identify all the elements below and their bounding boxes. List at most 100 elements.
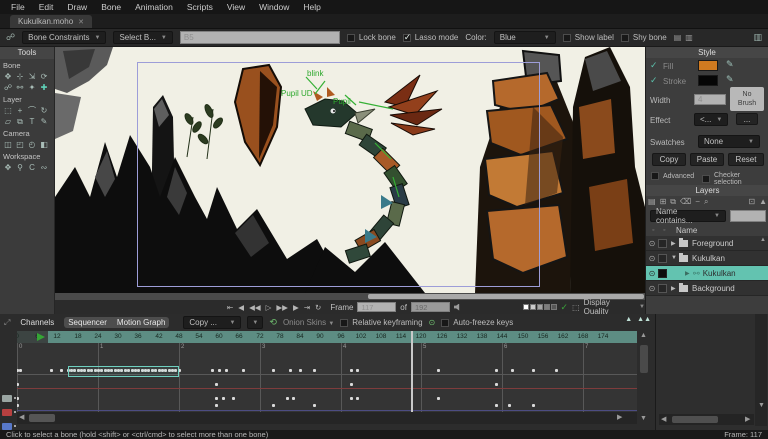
paste-style-button[interactable]: Paste [690,153,724,166]
reset-style-button[interactable]: Reset [728,153,764,166]
scroll-up-icon[interactable]: ▲ [640,330,647,342]
scrollbar-thumb[interactable] [672,416,718,423]
keyframe[interactable] [17,397,19,400]
transform-layer-tool[interactable]: ⬚ [2,105,14,116]
track-camera-tool[interactable]: ◫ [2,139,14,150]
bone-constraints-dropdown[interactable]: Bone Constraints▼ [22,31,106,44]
quality-level-1-icon[interactable] [530,304,536,310]
keyframe[interactable] [225,369,228,372]
scrollbar-thumb[interactable] [640,345,648,373]
keyframe[interactable] [215,404,218,407]
canvas-horizontal-scrollbar[interactable] [55,293,645,300]
menu-file[interactable]: File [4,0,32,14]
vertical-scrollbar[interactable]: ▼ [755,314,767,426]
step-forward-icon[interactable]: ▶▶ [276,303,288,312]
translate-bone-tool[interactable]: ⊹ [14,71,26,82]
swatches-dropdown[interactable]: None▼ [698,135,760,148]
expand-icon[interactable]: ▼ [671,255,679,261]
keyframe[interactable] [437,397,440,400]
keyframing-mode-icon[interactable]: ⊙ [429,318,436,327]
scroll-down-icon[interactable]: ▼ [640,413,647,425]
eye-icon[interactable]: ⊙ [646,239,658,248]
menu-animation[interactable]: Animation [128,0,180,14]
tab-channels[interactable]: Channels [16,317,58,328]
pan-tilt-camera-tool[interactable]: ◧ [38,139,50,150]
keyframe[interactable] [17,404,19,407]
keyframe[interactable] [242,369,245,372]
keyframe[interactable] [532,369,535,372]
layer-swatch[interactable] [658,269,667,278]
layer-row-kukulkan-1[interactable]: ⊙▼Kukulkan [646,251,768,266]
pan-workspace-tool[interactable]: ✥ [2,162,14,173]
add-point-tool[interactable]: + [14,105,26,116]
timeline-track-area[interactable]: 01234567 [17,343,637,412]
keyframe[interactable] [495,404,498,407]
keyframe[interactable] [356,369,359,372]
keyframe[interactable] [508,404,511,407]
onion-skins-dropdown[interactable]: Onion Skins ▼ [283,318,334,327]
layer-row-foreground-0[interactable]: ⊙▶Foreground [646,236,768,251]
layer-row-background-3[interactable]: ⊙▶Background [646,281,768,296]
keyframe[interactable] [350,397,353,400]
show-label-checkbox[interactable]: Show label [563,33,614,42]
audio-icon[interactable] [454,304,461,311]
scrollbar-thumb[interactable] [29,414,55,422]
expand-timeline-icon[interactable]: ⤢ [4,318,10,328]
keyframe[interactable] [350,383,353,386]
jump-start-icon[interactable]: ⇤ [227,303,233,312]
no-brush-button[interactable]: No Brush [730,87,764,111]
frame-input[interactable]: 117 [357,302,396,312]
next-keyframe-icon[interactable]: ▶ [293,303,299,312]
text-tool[interactable]: T [26,116,38,127]
rotate-layer-tool[interactable]: ↻ [38,105,50,116]
expand-icon[interactable]: ▶ [685,270,693,277]
jump-end-icon[interactable]: ⇥ [304,303,310,312]
layers-scroll-up-icon[interactable]: ▲ [760,237,766,243]
layer-swatch[interactable] [658,284,667,293]
eye-icon[interactable]: ⊙ [646,254,658,263]
loop-icon[interactable]: ↻ [315,303,321,312]
keyframe[interactable] [313,369,316,372]
horizontal-scrollbar[interactable]: ◀ ▶ [659,414,754,425]
keyframe[interactable] [437,369,440,372]
keyframe[interactable] [211,369,214,372]
quality-level-2-icon[interactable] [537,304,543,310]
effect-more-button[interactable]: ... [736,113,758,125]
new-layer-icon[interactable]: ▤ [648,197,656,208]
auto-freeze-checkbox[interactable]: Auto-freeze keys [441,318,513,327]
channel-expand-dot[interactable] [14,411,16,413]
copy-style-button[interactable]: Copy [652,153,686,166]
keyframe[interactable] [19,369,22,372]
scroll-left-icon[interactable]: ◀ [19,412,24,424]
prev-keyframe-icon[interactable]: ◀ [238,303,244,312]
keyframe[interactable] [289,369,292,372]
advanced-checkbox[interactable]: Advanced [651,172,694,180]
scroll-right-icon[interactable]: ▶ [745,414,750,425]
roll-camera-tool[interactable]: ◴ [26,139,38,150]
checker-selection-checkbox[interactable]: Checker selection [702,172,768,186]
add-bone-tool[interactable]: ☍ [2,82,14,93]
keyframe[interactable] [532,404,535,407]
rotate-bone-tool[interactable]: ⟳ [38,71,50,82]
eyedropper-tool[interactable]: ✎ [38,116,50,127]
reference-layer-icon[interactable]: ⊡ [748,197,755,208]
timeline-zoom-out-icon[interactable]: ▲ [625,316,632,323]
menu-window[interactable]: Window [252,0,296,14]
bone-strength-tool[interactable]: ✚ [38,82,50,93]
keyframe[interactable] [292,397,295,400]
keyframe-selection-box[interactable] [68,366,179,377]
selection-channel-icon[interactable] [2,409,12,416]
timeline-vertical-scrollbar[interactable]: ▲ ▼ [637,331,651,424]
layer-row-kukulkan-2[interactable]: ⊙▶⚯Kukulkan [646,266,768,281]
tab-motion-graph[interactable]: Motion Graph [117,318,165,327]
channel-expand-dot[interactable] [14,425,16,427]
keyframe[interactable] [555,369,558,372]
keyframe[interactable] [17,383,19,386]
duplicate-layer-tool[interactable]: ⧉ [14,116,26,127]
fill-checkbox[interactable]: ✓ [650,60,658,71]
menu-bone[interactable]: Bone [94,0,128,14]
expand-icon[interactable]: ▶ [671,285,679,292]
menu-scripts[interactable]: Scripts [180,0,220,14]
refresh-icon[interactable]: ⟲ [269,317,277,328]
menu-edit[interactable]: Edit [32,0,61,14]
